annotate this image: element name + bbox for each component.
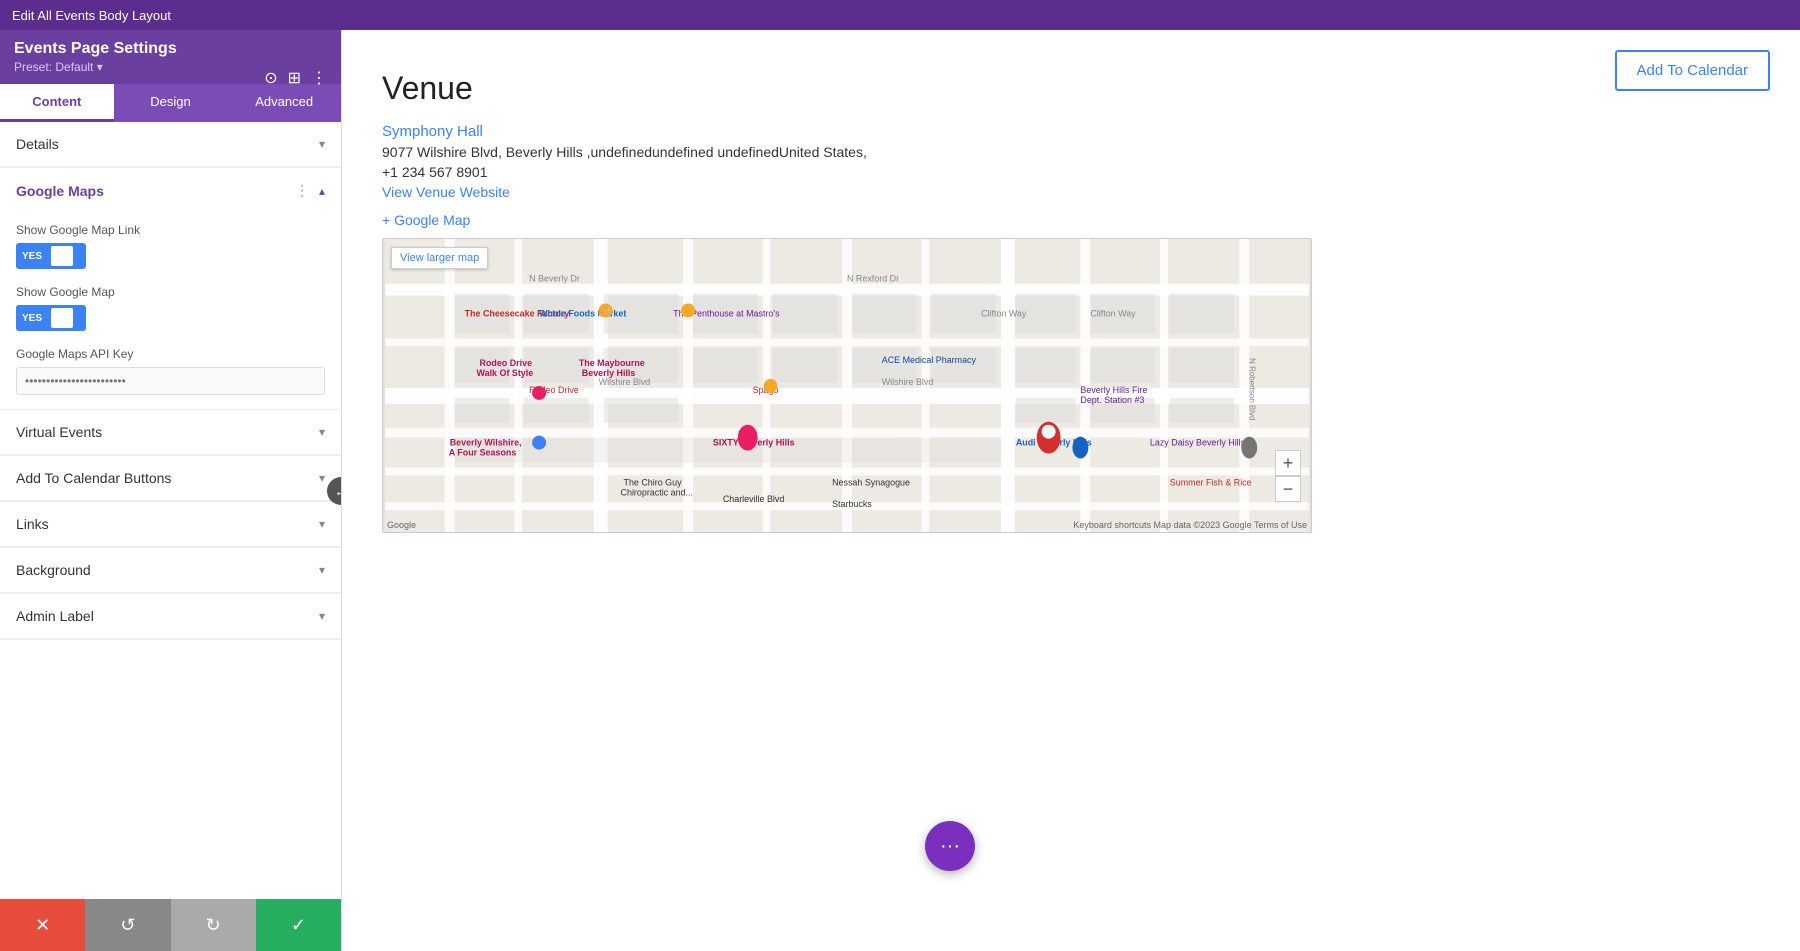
venue-address: 9077 Wilshire Blvd, Beverly Hills ,undef…	[382, 144, 1760, 160]
svg-text:Nessah Synagogue: Nessah Synagogue	[832, 477, 910, 487]
svg-text:Clifton Way: Clifton Way	[1090, 308, 1136, 318]
section-details-arrow: ▾	[319, 137, 325, 151]
sidebar: Events Page Settings Preset: Default ▾ ⊙…	[0, 30, 342, 951]
section-links[interactable]: Links ▾	[0, 502, 341, 547]
section-virtual-events[interactable]: Virtual Events ▾	[0, 410, 341, 455]
show-google-map-link-toggle[interactable]: YES	[16, 243, 86, 269]
add-to-calendar-button[interactable]: Add To Calendar	[1615, 50, 1770, 91]
tab-content[interactable]: Content	[0, 84, 114, 122]
show-google-map-link-label: Show Google Map Link	[16, 223, 325, 237]
svg-text:ACE Medical Pharmacy: ACE Medical Pharmacy	[882, 355, 977, 365]
sidebar-title: Events Page Settings	[14, 40, 327, 58]
redo-button[interactable]: ↻	[171, 899, 256, 951]
map-attribution: Keyboard shortcuts Map data ©2023 Google…	[1073, 520, 1307, 530]
section-virtual-events-label: Virtual Events	[16, 424, 102, 440]
toggle-knob-2	[51, 308, 73, 328]
svg-text:Chiropractic and...: Chiropractic and...	[621, 487, 693, 497]
map-zoom-in[interactable]: +	[1275, 450, 1301, 476]
section-google-maps[interactable]: Google Maps ⋮ ▴	[0, 168, 341, 213]
venue-website-link[interactable]: View Venue Website	[382, 184, 1760, 200]
show-google-map-toggle[interactable]: YES	[16, 305, 86, 331]
svg-text:The Maybourne: The Maybourne	[579, 358, 645, 368]
tab-advanced[interactable]: Advanced	[227, 84, 341, 122]
api-key-label: Google Maps API Key	[16, 347, 325, 361]
floating-dots-button[interactable]: ···	[925, 821, 975, 871]
sidebar-content: Details ▾ Google Maps ⋮ ▴ Show Google Ma…	[0, 122, 341, 899]
toggle-yes-label: YES	[16, 243, 48, 269]
top-bar-title: Edit All Events Body Layout	[12, 8, 171, 23]
section-add-to-calendar-label: Add To Calendar Buttons	[16, 470, 171, 486]
svg-text:Summer Fish & Rice: Summer Fish & Rice	[1170, 477, 1252, 487]
view-larger-map[interactable]: View larger map	[391, 247, 488, 269]
sidebar-header: Events Page Settings Preset: Default ▾ ⊙…	[0, 30, 341, 84]
sidebar-tabs: Content Design Advanced	[0, 84, 341, 122]
svg-text:Clifton Way: Clifton Way	[981, 308, 1027, 318]
svg-text:Wilshire Blvd: Wilshire Blvd	[882, 377, 934, 387]
map-container: N Beverly Dr N Rexford Dr Wilshire Blvd …	[382, 238, 1312, 533]
google-maps-body: Show Google Map Link YES Show Google Map…	[0, 213, 341, 409]
section-add-to-calendar[interactable]: Add To Calendar Buttons ▾	[0, 456, 341, 501]
sidebar-bottom: ✕ ↺ ↻ ✓	[0, 899, 341, 951]
section-links-label: Links	[16, 516, 49, 532]
svg-text:Walk Of Style: Walk Of Style	[477, 368, 534, 378]
api-key-input[interactable]	[16, 367, 325, 395]
venue-phone: +1 234 567 8901	[382, 164, 1760, 180]
section-links-arrow: ▾	[319, 517, 325, 531]
svg-text:N Robertson Blvd: N Robertson Blvd	[1247, 358, 1256, 420]
svg-text:Lazy Daisy Beverly Hills: Lazy Daisy Beverly Hills	[1150, 438, 1246, 448]
google-map-link[interactable]: + Google Map	[382, 212, 1760, 228]
section-admin-label-text: Admin Label	[16, 608, 94, 624]
undo-button[interactable]: ↺	[85, 899, 170, 951]
main-content: Add To Calendar Venue Symphony Hall 9077…	[342, 30, 1800, 951]
map-attribution-google: Google	[387, 520, 416, 530]
section-virtual-events-arrow: ▾	[319, 425, 325, 439]
svg-text:Beverly Hills Fire: Beverly Hills Fire	[1080, 385, 1147, 395]
section-background[interactable]: Background ▾	[0, 548, 341, 593]
section-google-maps-dots[interactable]: ⋮	[295, 182, 309, 199]
toggle-yes-label-2: YES	[16, 305, 48, 331]
svg-text:N Beverly Dr: N Beverly Dr	[529, 274, 580, 284]
svg-text:The Chiro Guy: The Chiro Guy	[624, 477, 683, 487]
map-svg: N Beverly Dr N Rexford Dr Wilshire Blvd …	[383, 239, 1311, 532]
toggle-knob	[51, 246, 73, 266]
svg-text:N Rexford Dr: N Rexford Dr	[847, 274, 899, 284]
more-icon[interactable]: ⋮	[311, 68, 327, 88]
venue-name-link[interactable]: Symphony Hall	[382, 123, 1760, 140]
close-button[interactable]: ✕	[0, 899, 85, 951]
show-google-map-label: Show Google Map	[16, 285, 325, 299]
layout-icon-2[interactable]: ⊞	[288, 68, 301, 88]
section-details-label: Details	[16, 136, 59, 152]
svg-text:Dept. Station #3: Dept. Station #3	[1080, 395, 1144, 405]
section-google-maps-label: Google Maps	[16, 183, 104, 199]
map-zoom-controls: + −	[1275, 450, 1301, 502]
section-admin-label[interactable]: Admin Label ▾	[0, 594, 341, 639]
map-zoom-out[interactable]: −	[1275, 476, 1301, 502]
svg-text:Starbucks: Starbucks	[832, 499, 872, 509]
tab-design[interactable]: Design	[114, 84, 228, 122]
layout-icon-1[interactable]: ⊙	[264, 68, 277, 88]
svg-text:Charleville Blvd: Charleville Blvd	[723, 494, 785, 504]
section-add-to-calendar-arrow: ▾	[319, 471, 325, 485]
svg-text:🍴: 🍴	[603, 305, 613, 315]
section-admin-label-arrow: ▾	[319, 609, 325, 623]
svg-text:A Four Seasons: A Four Seasons	[449, 448, 517, 458]
section-details[interactable]: Details ▾	[0, 122, 341, 167]
save-button[interactable]: ✓	[256, 899, 341, 951]
svg-text:Beverly Wilshire,: Beverly Wilshire,	[450, 438, 522, 448]
section-google-maps-arrow: ▴	[319, 184, 325, 198]
section-background-label: Background	[16, 562, 91, 578]
venue-section: Venue Symphony Hall 9077 Wilshire Blvd, …	[382, 70, 1760, 533]
svg-text:Rodeo Drive: Rodeo Drive	[480, 358, 533, 368]
svg-text:Whole Foods Market: Whole Foods Market	[539, 308, 626, 318]
svg-text:Beverly Hills: Beverly Hills	[582, 368, 636, 378]
svg-text:Wilshire Blvd: Wilshire Blvd	[599, 377, 651, 387]
section-background-arrow: ▾	[319, 563, 325, 577]
venue-section-title: Venue	[382, 70, 1760, 107]
top-bar: Edit All Events Body Layout	[0, 0, 1800, 30]
